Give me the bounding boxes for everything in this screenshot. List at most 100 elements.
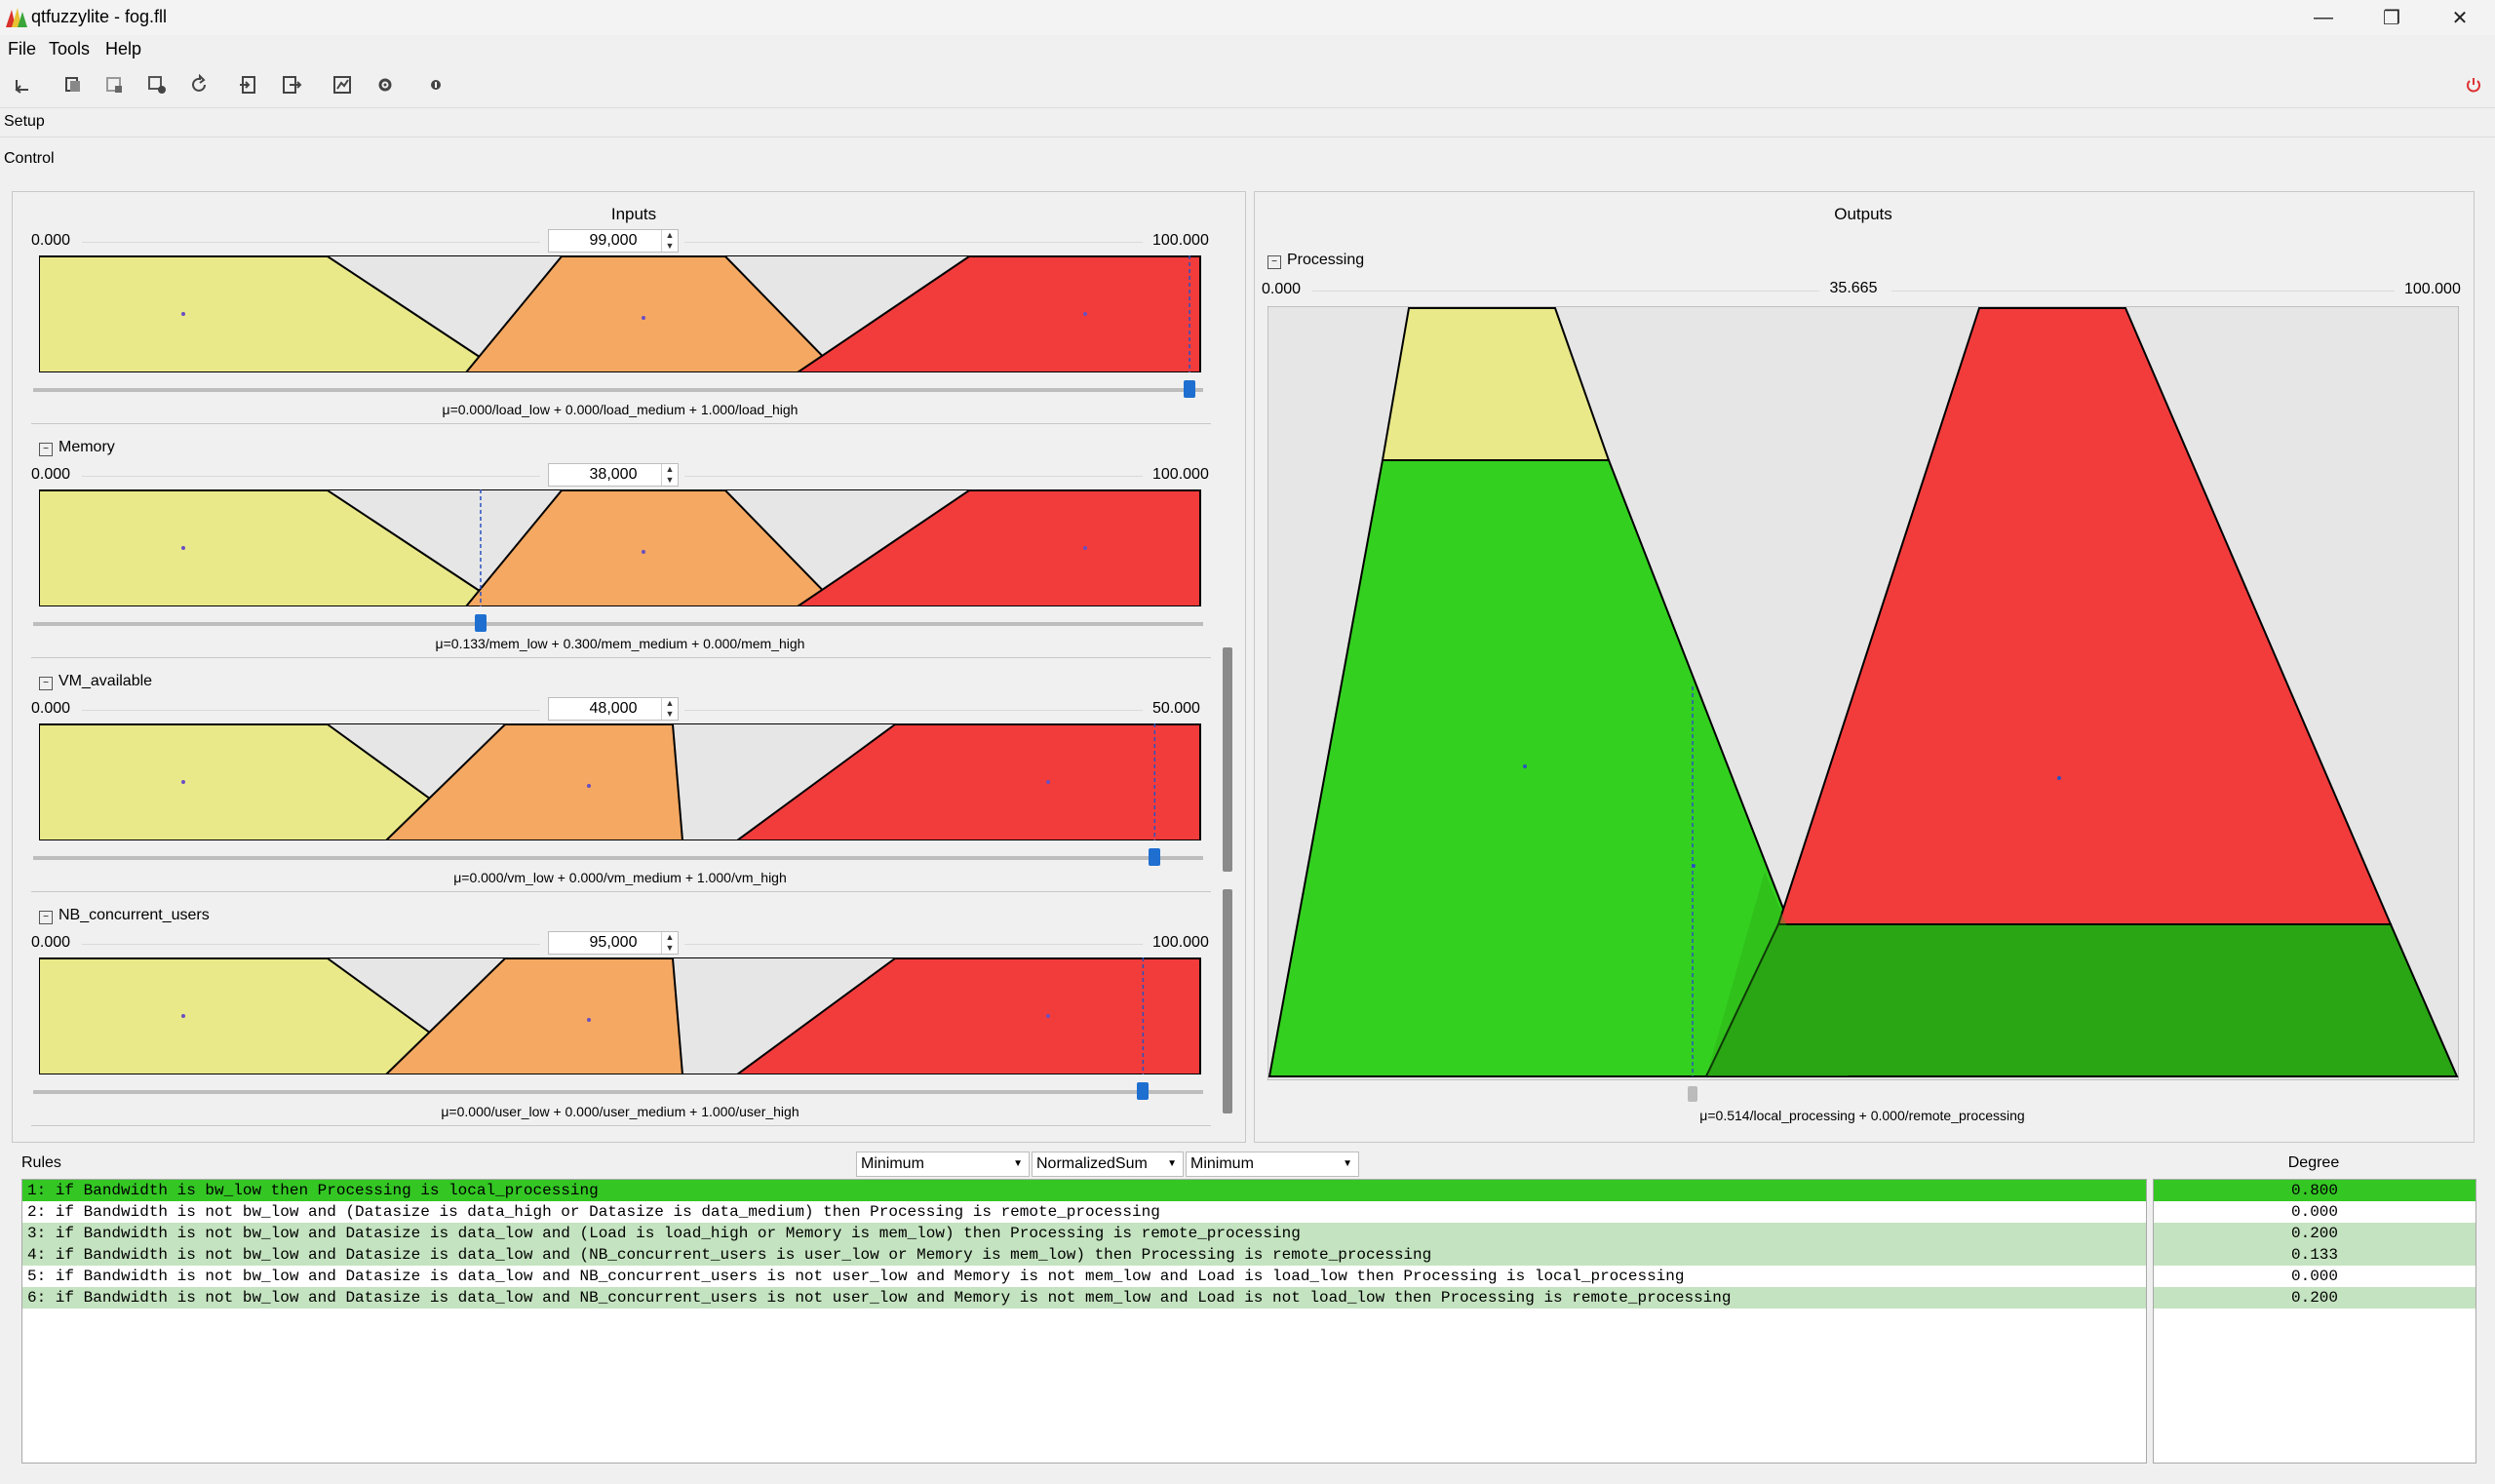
export-file-icon[interactable] xyxy=(281,74,302,96)
menu-tools[interactable]: Tools xyxy=(49,39,90,59)
input-value-text: 99,000 xyxy=(589,232,638,249)
input-range-line xyxy=(82,944,540,945)
input-membership-plot xyxy=(39,489,1201,606)
about-icon[interactable] xyxy=(425,74,447,96)
degree-cell: 0.000 xyxy=(2154,1201,2476,1223)
group-divider xyxy=(31,1125,1211,1126)
term-centroid xyxy=(181,780,185,784)
inputs-scrollbar-thumb-lower[interactable] xyxy=(1223,889,1232,1113)
rule-row[interactable]: 3: if Bandwidth is not bw_low and Datasi… xyxy=(22,1223,2146,1244)
centroid-marker-remote xyxy=(2057,776,2061,780)
rule-row[interactable]: 5: if Bandwidth is not bw_low and Datasi… xyxy=(22,1266,2146,1287)
chevron-down-icon: ▼ xyxy=(1343,1158,1352,1169)
collapse-icon[interactable]: − xyxy=(39,443,53,456)
activation-select[interactable]: Minimum ▼ xyxy=(1186,1152,1359,1177)
input-slider-handle[interactable] xyxy=(474,614,487,632)
input-variable-name: Memory xyxy=(58,439,115,455)
power-icon[interactable] xyxy=(2463,74,2484,96)
menu-file[interactable]: File xyxy=(8,39,36,59)
processing-group-header[interactable]: − Processing xyxy=(1267,252,1364,269)
control-section-label[interactable]: Control xyxy=(4,150,55,168)
input-range-line xyxy=(82,242,540,243)
input-max-label: 50.000 xyxy=(1152,700,1200,717)
output-max-label: 100.000 xyxy=(2404,281,2461,297)
menu-help[interactable]: Help xyxy=(105,39,141,59)
input-membership-text: μ=0.133/mem_low + 0.300/mem_medium + 0.0… xyxy=(435,636,805,651)
outputs-panel-title: Outputs xyxy=(1834,205,1892,223)
spin-arrows-icon[interactable]: ▲ ▼ xyxy=(661,698,678,720)
restore-icon: ❐ xyxy=(2383,7,2400,29)
close-button[interactable]: ✕ xyxy=(2426,0,2494,35)
input-max-label: 100.000 xyxy=(1152,232,1209,249)
input-range-line xyxy=(82,476,540,477)
input-value-spinbox[interactable]: 48,000 ▲ ▼ xyxy=(548,697,679,721)
collapse-icon[interactable]: − xyxy=(39,911,53,924)
gear-icon[interactable] xyxy=(374,74,396,96)
input-slider-handle[interactable] xyxy=(1184,380,1196,398)
input-max-label: 100.000 xyxy=(1152,934,1209,951)
input-range-line-right xyxy=(684,242,1143,243)
input-membership-text: μ=0.000/vm_low + 0.000/vm_medium + 1.000… xyxy=(453,870,787,885)
output-value-field[interactable]: 35.665 xyxy=(1819,278,1888,299)
term-centroid xyxy=(587,1018,591,1022)
input-value-text: 95,000 xyxy=(589,934,638,951)
open-file-icon[interactable] xyxy=(238,74,259,96)
input-group-header[interactable]: − NB_concurrent_users xyxy=(39,907,210,924)
window-settings-icon[interactable] xyxy=(146,74,168,96)
spin-arrows-icon[interactable]: ▲ ▼ xyxy=(661,464,678,486)
maximize-button[interactable]: ❐ xyxy=(2358,0,2426,35)
rules-label: Rules xyxy=(21,1154,61,1171)
minimize-icon: — xyxy=(2314,6,2333,28)
collapse-icon[interactable]: − xyxy=(1267,255,1281,269)
copy-icon[interactable] xyxy=(62,74,84,96)
collapse-icon[interactable]: − xyxy=(39,677,53,690)
output-slider-handle xyxy=(1687,1086,1697,1102)
app-logo-icon xyxy=(6,8,27,27)
spin-arrows-icon[interactable]: ▲ ▼ xyxy=(661,932,678,954)
input-slider-handle[interactable] xyxy=(1137,1082,1150,1100)
degree-cell: 0.200 xyxy=(2154,1287,2476,1308)
aggregation-value: NormalizedSum xyxy=(1036,1155,1148,1172)
close-icon: ✕ xyxy=(2451,7,2469,29)
input-value-spinbox[interactable]: 99,000 ▲ ▼ xyxy=(548,229,679,253)
conjunction-select[interactable]: Minimum ▼ xyxy=(856,1152,1030,1177)
setup-section-label[interactable]: Setup xyxy=(4,113,45,131)
input-group-header[interactable]: − Memory xyxy=(39,439,115,456)
window-icon[interactable] xyxy=(103,74,125,96)
activation-value: Minimum xyxy=(1190,1155,1254,1172)
spin-arrows-icon[interactable]: ▲ ▼ xyxy=(661,230,678,252)
output-min-label: 0.000 xyxy=(1262,281,1302,297)
degree-cell: 0.133 xyxy=(2154,1244,2476,1266)
input-value-spinbox[interactable]: 95,000 ▲ ▼ xyxy=(548,931,679,955)
inputs-scrollbar-thumb[interactable] xyxy=(1223,647,1232,872)
input-slider-handle[interactable] xyxy=(1149,848,1161,866)
rule-row[interactable]: 4: if Bandwidth is not bw_low and Datasi… xyxy=(22,1244,2146,1266)
import-icon[interactable] xyxy=(12,74,33,96)
rule-row[interactable]: 1: if Bandwidth is bw_low then Processin… xyxy=(22,1180,2146,1201)
rule-row[interactable]: 2: if Bandwidth is not bw_low and (Datas… xyxy=(22,1201,2146,1223)
input-min-label: 0.000 xyxy=(31,232,71,249)
input-slider-track[interactable] xyxy=(33,388,1203,392)
input-min-label: 0.000 xyxy=(31,466,71,483)
input-variable-name: VM_available xyxy=(58,673,153,689)
input-slider-track[interactable] xyxy=(33,1090,1203,1094)
chevron-down-icon: ▼ xyxy=(1013,1158,1023,1169)
chart-icon[interactable] xyxy=(331,74,353,96)
rules-list[interactable]: 1: if Bandwidth is bw_low then Processin… xyxy=(21,1179,2147,1464)
minimize-button[interactable]: — xyxy=(2289,0,2358,35)
term-centroid xyxy=(1083,546,1087,550)
aggregation-select[interactable]: NormalizedSum ▼ xyxy=(1032,1152,1184,1177)
input-membership-plot xyxy=(39,723,1201,840)
input-slider-track[interactable] xyxy=(33,856,1203,860)
output-point-marker xyxy=(1692,864,1696,868)
input-slider-track[interactable] xyxy=(33,622,1203,626)
degree-cell: 0.200 xyxy=(2154,1223,2476,1244)
output-range-line xyxy=(1312,291,1819,292)
input-value-text: 48,000 xyxy=(589,700,638,717)
reset-icon[interactable] xyxy=(189,74,211,96)
rule-row[interactable]: 6: if Bandwidth is not bw_low and Datasi… xyxy=(22,1287,2146,1308)
input-value-spinbox[interactable]: 38,000 ▲ ▼ xyxy=(548,463,679,487)
chevron-down-icon: ▼ xyxy=(1167,1158,1177,1169)
term-centroid xyxy=(181,546,185,550)
input-group-header[interactable]: − VM_available xyxy=(39,673,152,690)
